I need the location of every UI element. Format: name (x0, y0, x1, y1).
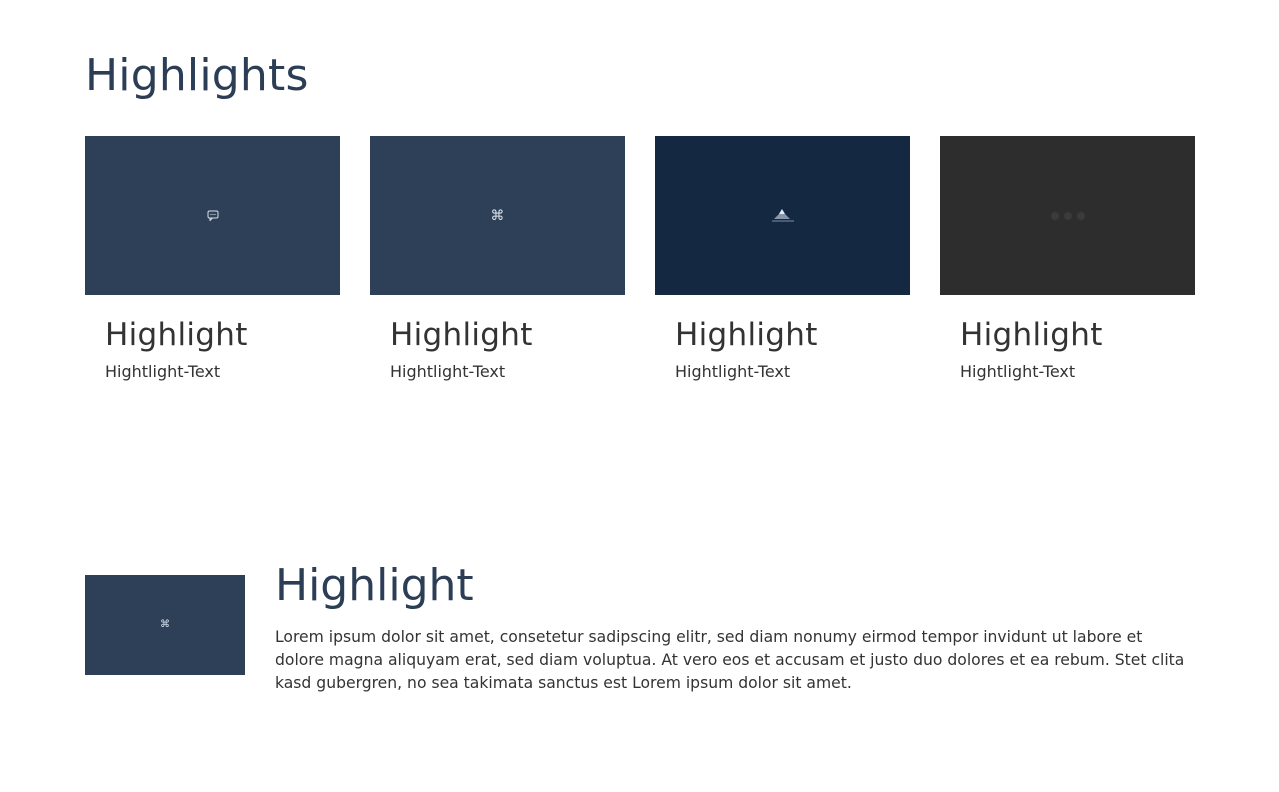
card-image[interactable]: ⌘ (370, 136, 625, 295)
command-icon: ⌘ (160, 619, 170, 630)
card-title: Highlight (390, 317, 533, 353)
section-title: Highlights (85, 50, 309, 101)
more-dots-icon (1050, 211, 1085, 220)
card-image[interactable] (655, 136, 910, 295)
highlight-card[interactable]: ⌘ Highlight Hightlight-Text (370, 136, 625, 396)
mountain-icon (770, 205, 796, 227)
card-image[interactable] (940, 136, 1195, 295)
highlight-cards: Highlight Hightlight-Text ⌘ Highlight Hi… (85, 136, 1195, 396)
highlight-card[interactable]: Highlight Hightlight-Text (85, 136, 340, 396)
card-title: Highlight (105, 317, 248, 353)
command-icon: ⌘ (490, 207, 505, 224)
card-text: Hightlight-Text (960, 362, 1076, 381)
feature-highlight: ⌘ Highlight Lorem ipsum dolor sit amet, … (85, 560, 1195, 710)
feature-text: Lorem ipsum dolor sit amet, consetetur s… (275, 628, 1185, 692)
chat-bubble-icon (207, 206, 219, 225)
feature-title: Highlight (275, 560, 474, 611)
card-text: Hightlight-Text (105, 362, 221, 381)
page: Highlights Highlight Hightlight-Text ⌘ H… (0, 0, 1279, 792)
card-title: Highlight (960, 317, 1103, 353)
highlight-card[interactable]: Highlight Hightlight-Text (940, 136, 1195, 396)
card-text: Hightlight-Text (675, 362, 791, 381)
card-title: Highlight (675, 317, 818, 353)
highlight-card[interactable]: Highlight Hightlight-Text (655, 136, 910, 396)
card-text: Hightlight-Text (390, 362, 506, 381)
feature-image[interactable]: ⌘ (85, 575, 245, 675)
card-image[interactable] (85, 136, 340, 295)
